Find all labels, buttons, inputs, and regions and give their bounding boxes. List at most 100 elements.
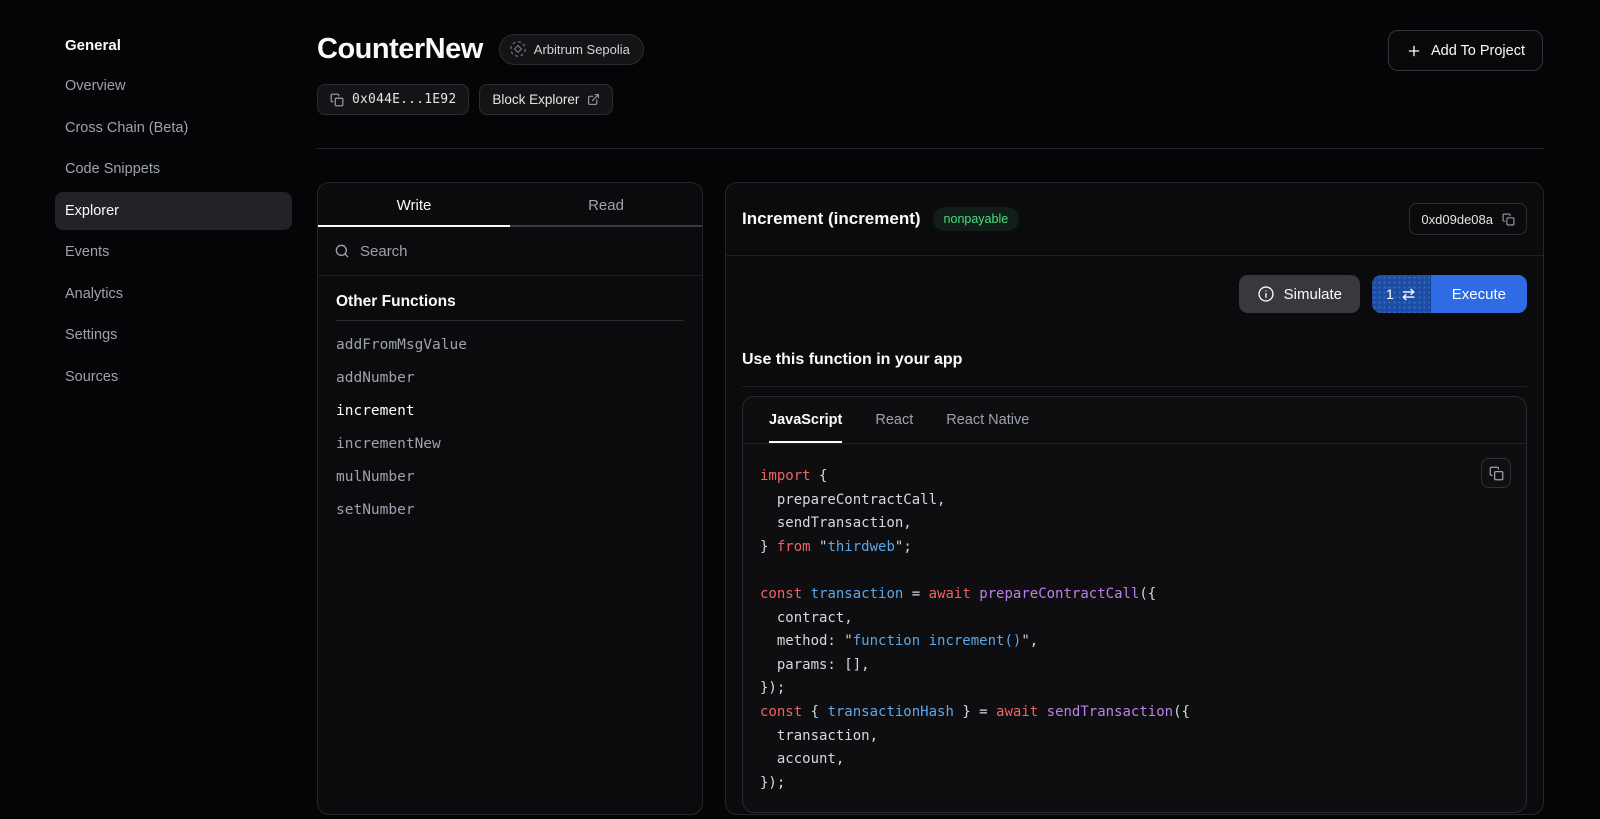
sidebar-item-events[interactable]: Events [55, 233, 292, 271]
code-token: = [903, 586, 928, 602]
code-line: }); [760, 677, 1526, 701]
plus-icon [1406, 43, 1422, 59]
code-token: transaction [811, 586, 904, 602]
sidebar-item-settings[interactable]: Settings [55, 316, 292, 354]
sidebar-item-code-snippets[interactable]: Code Snippets [55, 150, 292, 188]
sidebar-item-cross-chain-beta[interactable]: Cross Chain (Beta) [55, 109, 292, 147]
code-tab-react-native[interactable]: React Native [946, 397, 1029, 443]
contract-chips-row: 0x044E...1E92 Block Explorer [317, 84, 613, 115]
code-tab-react[interactable]: React [875, 397, 913, 443]
function-item-increment[interactable]: increment [336, 394, 684, 427]
execute-count-button[interactable]: 1 [1372, 275, 1431, 313]
code-copy-button[interactable] [1481, 458, 1511, 488]
code-token: contract, [760, 610, 853, 626]
tab-write[interactable]: Write [318, 183, 510, 227]
code-line: contract, [760, 607, 1526, 631]
code-token: params: [], [760, 657, 870, 673]
copy-icon [1489, 466, 1504, 481]
code-token: sendTransaction, [760, 515, 912, 531]
function-tabs: WriteRead [318, 183, 702, 227]
code-token: prepareContractCall [979, 586, 1139, 602]
copy-icon [330, 93, 344, 107]
sidebar-nav: Overview Cross Chain (Beta)Code Snippets E… [55, 67, 292, 399]
code-token: await [929, 586, 971, 602]
block-explorer-label: Block Explorer [492, 92, 579, 107]
code-token: sendTransaction [1047, 704, 1173, 720]
code-token: ({ [1139, 586, 1156, 602]
simulate-button[interactable]: Simulate [1239, 275, 1360, 313]
function-list-panel: WriteRead Other Functions addFromMsgValu… [317, 182, 703, 815]
copy-icon [1502, 213, 1515, 226]
search-input[interactable] [360, 243, 686, 260]
page-title: CounterNew [317, 33, 483, 66]
network-badge[interactable]: Arbitrum Sepolia [499, 34, 644, 65]
sidebar-item-explorer[interactable]: Explorer [55, 192, 292, 230]
function-item-incrementnew[interactable]: incrementNew [336, 427, 684, 460]
contract-address: 0x044E...1E92 [352, 92, 456, 107]
code-token [971, 586, 979, 602]
sidebar-section-label: General [65, 36, 121, 56]
code-token: " [844, 633, 852, 649]
simulate-label: Simulate [1284, 286, 1342, 303]
swap-arrows-icon [1401, 288, 1416, 301]
sidebar-item-overview[interactable]: Overview [55, 67, 292, 105]
add-to-project-button[interactable]: Add To Project [1388, 30, 1543, 71]
function-list: addFromMsgValueaddNumberincrementincreme… [336, 328, 684, 526]
function-group-heading: Other Functions [336, 293, 684, 320]
function-item-addnumber[interactable]: addNumber [336, 361, 684, 394]
function-item-mulnumber[interactable]: mulNumber [336, 460, 684, 493]
usage-heading: Use this function in your app [742, 351, 1527, 369]
sidebar-item-analytics[interactable]: Analytics [55, 275, 292, 313]
code-token: prepareContractCall, [760, 492, 945, 508]
page-header: CounterNew Arbitrum Sepolia [317, 28, 644, 70]
code-line: account, [760, 748, 1526, 772]
execute-button[interactable]: Execute [1431, 275, 1527, 313]
function-search [318, 227, 702, 276]
function-detail-panel: Increment (increment) nonpayable 0xd09de… [725, 182, 1544, 815]
code-token [811, 539, 819, 555]
code-token: thirdweb [827, 539, 894, 555]
contract-address-chip[interactable]: 0x044E...1E92 [317, 84, 469, 115]
info-icon [1257, 285, 1275, 303]
code-token: method: [760, 633, 844, 649]
code-line: params: [], [760, 654, 1526, 678]
function-item-addfrommsgvalue[interactable]: addFromMsgValue [336, 328, 684, 361]
code-token: { [802, 704, 827, 720]
code-line: } from "thirdweb"; [760, 536, 1526, 560]
code-token: { [811, 468, 828, 484]
code-line: import { [760, 465, 1526, 489]
code-token [802, 586, 810, 602]
code-token: }); [760, 680, 785, 696]
actions-row: Simulate 1 Execute [726, 275, 1543, 313]
network-badge-label: Arbitrum Sepolia [534, 42, 630, 57]
code-token: function increment() [853, 633, 1022, 649]
add-to-project-label: Add To Project [1431, 43, 1525, 59]
sidebar-item-sources[interactable]: Sources [55, 358, 292, 396]
code-tab-javascript[interactable]: JavaScript [769, 397, 842, 443]
code-token: account, [760, 751, 844, 767]
code-token [1038, 704, 1046, 720]
block-explorer-button[interactable]: Block Explorer [479, 84, 613, 115]
function-detail-title: Increment (increment) [742, 209, 921, 229]
code-token: from [777, 539, 811, 555]
code-line: prepareContractCall, [760, 489, 1526, 513]
code-line: sendTransaction, [760, 512, 1526, 536]
mutability-badge: nonpayable [933, 207, 1020, 231]
function-group-divider [336, 320, 684, 321]
function-item-setnumber[interactable]: setNumber [336, 493, 684, 526]
header-divider [317, 148, 1544, 149]
function-selector-chip[interactable]: 0xd09de08a [1409, 203, 1527, 235]
tab-read[interactable]: Read [510, 183, 702, 227]
function-detail-header: Increment (increment) nonpayable 0xd09de… [726, 183, 1543, 256]
code-line: const { transactionHash } = await sendTr… [760, 701, 1526, 725]
usage-divider [742, 386, 1527, 387]
code-token: transaction, [760, 728, 878, 744]
code-token: , [1030, 633, 1038, 649]
function-list-body: Other Functions addFromMsgValueaddNumber… [318, 276, 702, 526]
code-token: " [1021, 633, 1029, 649]
code-token: } [760, 539, 777, 555]
function-selector-value: 0xd09de08a [1421, 212, 1493, 227]
execute-split-button: 1 Execute [1372, 275, 1527, 313]
code-line [760, 559, 1526, 583]
code-tabs: JavaScript React React Native [743, 397, 1526, 444]
